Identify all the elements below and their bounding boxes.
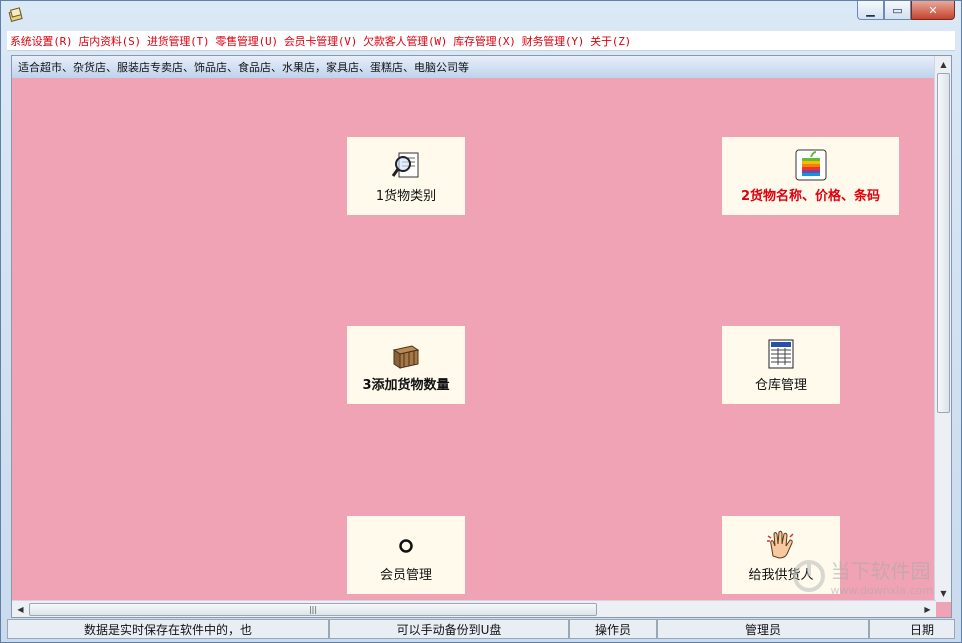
scroll-up-arrow-icon[interactable]: ▲ xyxy=(935,56,951,73)
app-icon xyxy=(8,7,24,23)
maximize-button[interactable]: ▭ xyxy=(884,1,911,20)
status-cell-note: 数据是实时保存在软件中的，也 xyxy=(7,619,329,639)
watermark-url: www.downxia.com xyxy=(830,584,933,597)
tile-goods-category[interactable]: 1货物类别 xyxy=(347,137,465,215)
menu-about[interactable]: 关于(Z) xyxy=(587,33,634,49)
info-banner-text: 适合超市、杂货店、服装店专卖店、饰品店、食品店、水果店，家具店、蛋糕店、电脑公司… xyxy=(18,61,469,74)
vertical-scroll-thumb[interactable] xyxy=(937,73,950,413)
tile-label: 2货物名称、价格、条码 xyxy=(740,188,881,204)
tile-label: 仓库管理 xyxy=(754,377,807,393)
scroll-right-arrow-icon[interactable]: ▶ xyxy=(919,601,936,617)
watermark-logo-icon xyxy=(792,560,825,592)
spreadsheet-document-icon xyxy=(765,338,797,370)
minimize-button[interactable]: ▁ xyxy=(857,1,884,20)
watermark-name: 当下软件园 xyxy=(830,559,931,583)
wooden-crate-icon xyxy=(390,338,422,370)
menu-bar: 系统设置(R) 店内资料(S) 进货管理(T) 零售管理(U) 会员卡管理(V)… xyxy=(7,31,955,51)
maximize-icon: ▭ xyxy=(892,3,903,17)
status-text: 数据是实时保存在软件中的，也 xyxy=(83,622,252,637)
status-cell-date: 日期 xyxy=(869,619,955,639)
status-text: 可以手动备份到U盘 xyxy=(396,622,502,637)
menu-retail[interactable]: 零售管理(U) xyxy=(212,33,280,49)
status-cell-operator-label: 操作员 xyxy=(569,619,657,639)
title-bar[interactable]: ▁ ▭ ✕ xyxy=(1,1,961,29)
menu-system-settings[interactable]: 系统设置(R) xyxy=(7,33,75,49)
close-icon: ✕ xyxy=(928,3,938,17)
horizontal-scroll-thumb[interactable]: ||| xyxy=(29,603,597,616)
menu-inventory[interactable]: 库存管理(X) xyxy=(450,33,518,49)
main-panel: 适合超市、杂货店、服装店专卖店、饰品店、食品店、水果店，家具店、蛋糕店、电脑公司… xyxy=(11,55,952,618)
app-window: ▁ ▭ ✕ 系统设置(R) 店内资料(S) 进货管理(T) 零售管理(U) 会员… xyxy=(0,0,962,643)
menu-debtors[interactable]: 欠款客人管理(W) xyxy=(360,33,450,49)
menu-finance[interactable]: 财务管理(Y) xyxy=(519,33,587,49)
tile-warehouse-management[interactable]: 仓库管理 xyxy=(722,326,840,404)
status-cell-operator: 管理员 xyxy=(657,619,869,639)
apple-logo-icon xyxy=(795,149,827,181)
scroll-left-arrow-icon[interactable]: ◀ xyxy=(12,601,29,617)
tile-add-goods-quantity[interactable]: 3添加货物数量 xyxy=(347,326,465,404)
menu-store-info[interactable]: 店内资料(S) xyxy=(75,33,143,49)
tile-label: 1货物类别 xyxy=(375,188,437,204)
window-controls: ▁ ▭ ✕ xyxy=(857,1,955,20)
magnifier-document-icon xyxy=(390,149,422,181)
watermark: 当下软件园 www.downxia.com xyxy=(791,555,933,597)
status-text: 操作员 xyxy=(594,622,631,637)
vertical-scrollbar[interactable]: ▲ ▼ xyxy=(934,56,951,602)
tile-goods-name-price-barcode[interactable]: 2货物名称、价格、条码 xyxy=(722,137,899,215)
close-button[interactable]: ✕ xyxy=(911,1,955,20)
horizontal-scrollbar[interactable]: ◀ ||| ▶ xyxy=(12,600,936,617)
menu-purchase[interactable]: 进货管理(T) xyxy=(144,33,212,49)
status-text: 管理员 xyxy=(744,622,781,637)
status-bar: 数据是实时保存在软件中的，也 可以手动备份到U盘 操作员 管理员 日期 xyxy=(7,619,955,639)
status-cell-backup: 可以手动备份到U盘 xyxy=(329,619,569,639)
scroll-down-arrow-icon[interactable]: ▼ xyxy=(935,585,951,602)
ring-icon xyxy=(390,528,422,560)
info-banner: 适合超市、杂货店、服装店专卖店、饰品店、食品店、水果店，家具店、蛋糕店、电脑公司… xyxy=(12,56,936,78)
tile-label: 会员管理 xyxy=(379,567,432,583)
status-text: 日期 xyxy=(909,622,934,637)
tile-member-management[interactable]: 会员管理 xyxy=(347,516,465,594)
menu-member-card[interactable]: 会员卡管理(V) xyxy=(281,33,360,49)
tile-label: 3添加货物数量 xyxy=(362,377,450,393)
minimize-icon: ▁ xyxy=(866,3,875,17)
